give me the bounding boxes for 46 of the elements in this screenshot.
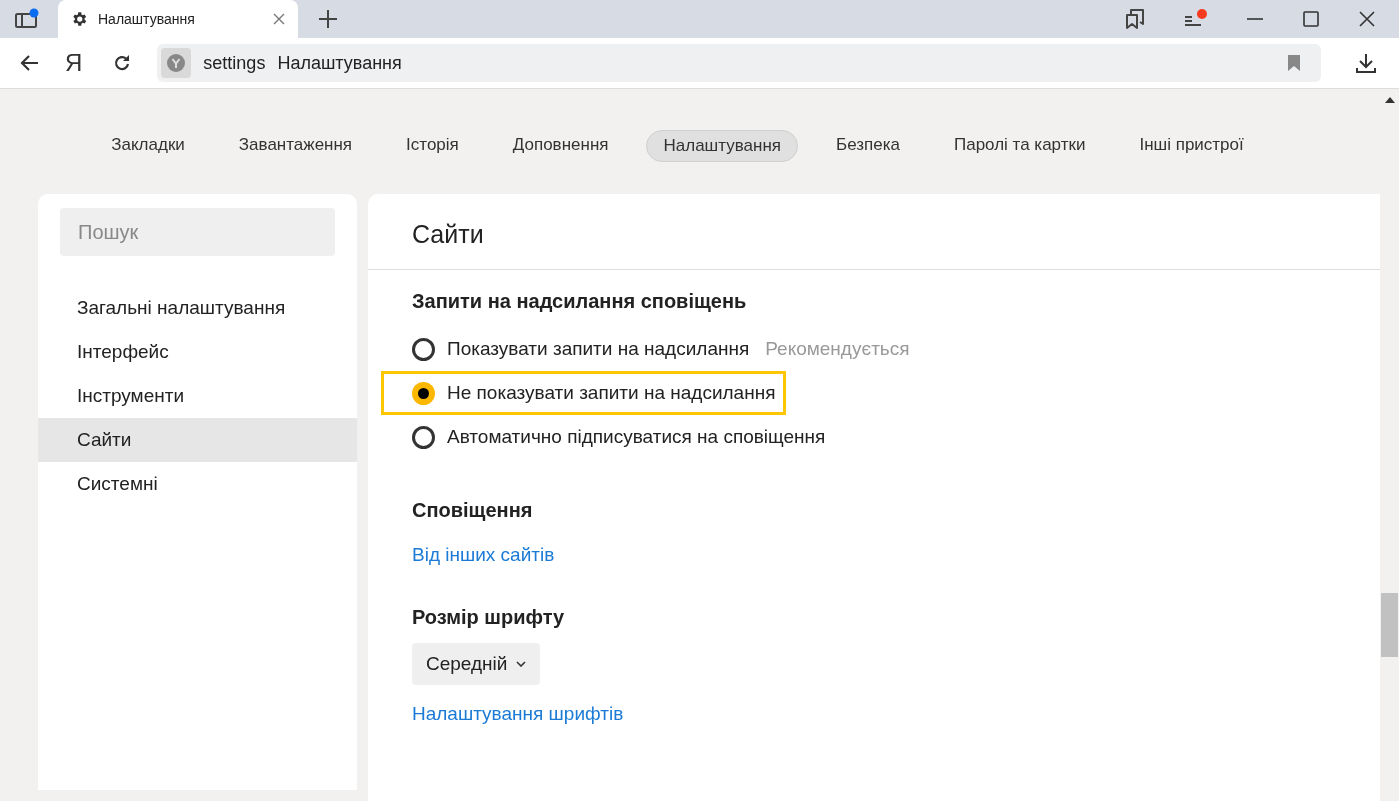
section-heading: Запити на надсилання сповіщень bbox=[412, 290, 747, 313]
nav-tab[interactable]: Інші пристрої bbox=[1123, 130, 1260, 162]
logo-letter[interactable]: Я bbox=[65, 49, 83, 77]
nav-tab[interactable]: Паролі та картки bbox=[937, 130, 1102, 162]
sidebar-icon[interactable] bbox=[14, 8, 40, 30]
site-icon bbox=[161, 48, 192, 78]
radio-button[interactable] bbox=[412, 381, 435, 405]
maximize-icon[interactable] bbox=[1301, 9, 1321, 29]
address-text: settings bbox=[203, 52, 266, 74]
close-icon[interactable] bbox=[272, 12, 286, 26]
close-icon[interactable] bbox=[1357, 9, 1377, 29]
section-heading: Розмір шрифту bbox=[412, 606, 565, 629]
option-label[interactable]: Автоматично підписуватися на сповіщення bbox=[447, 426, 826, 448]
option-label[interactable]: Показувати запити на надсилання bbox=[447, 338, 750, 360]
address-bar[interactable]: settings Налаштування bbox=[157, 44, 1321, 82]
section-title: Сайти bbox=[368, 194, 1380, 270]
scroll-up-icon[interactable] bbox=[1384, 97, 1395, 103]
option-note: Рекомендується bbox=[765, 338, 910, 360]
option-label[interactable]: Не показувати запити на надсилання bbox=[447, 382, 776, 404]
sidebar-item[interactable]: Системні bbox=[38, 462, 357, 506]
tab-title: Налаштування bbox=[98, 11, 196, 27]
sidebar-item[interactable]: Сайти bbox=[38, 418, 357, 462]
section-heading: Сповіщення bbox=[412, 499, 533, 522]
scrollbar-thumb[interactable] bbox=[1381, 593, 1398, 657]
bookmark-icon[interactable] bbox=[1287, 54, 1301, 72]
nav-tab[interactable]: Доповнення bbox=[496, 130, 625, 162]
page-title: Налаштування bbox=[277, 52, 402, 74]
chevron-down-icon bbox=[516, 661, 527, 667]
bookmarks-icon[interactable] bbox=[1123, 7, 1147, 31]
nav-tab[interactable]: Налаштування bbox=[646, 130, 798, 162]
sidebar-item[interactable]: Інструменти bbox=[38, 374, 357, 418]
nav-tab[interactable]: Історія bbox=[390, 130, 475, 162]
nav-tab[interactable]: Завантаження bbox=[222, 130, 369, 162]
radio-button[interactable] bbox=[412, 425, 435, 449]
browser-tab[interactable]: Налаштування bbox=[58, 0, 298, 38]
search-field[interactable]: Пошук bbox=[60, 208, 335, 256]
nav-tab[interactable]: Безпека bbox=[820, 130, 916, 162]
radio-button[interactable] bbox=[412, 337, 435, 361]
link[interactable]: Від інших сайтів bbox=[412, 544, 555, 566]
nav-tab[interactable]: Закладки bbox=[95, 130, 201, 162]
plus-icon[interactable] bbox=[318, 9, 338, 29]
sidebar-item[interactable]: Загальні налаштування bbox=[38, 286, 357, 330]
download-icon[interactable] bbox=[1355, 52, 1377, 74]
sidebar-item[interactable]: Інтерфейс bbox=[38, 330, 357, 374]
font-size-dropdown[interactable]: Середній bbox=[412, 643, 541, 685]
link[interactable]: Налаштування шрифтів bbox=[412, 703, 624, 725]
